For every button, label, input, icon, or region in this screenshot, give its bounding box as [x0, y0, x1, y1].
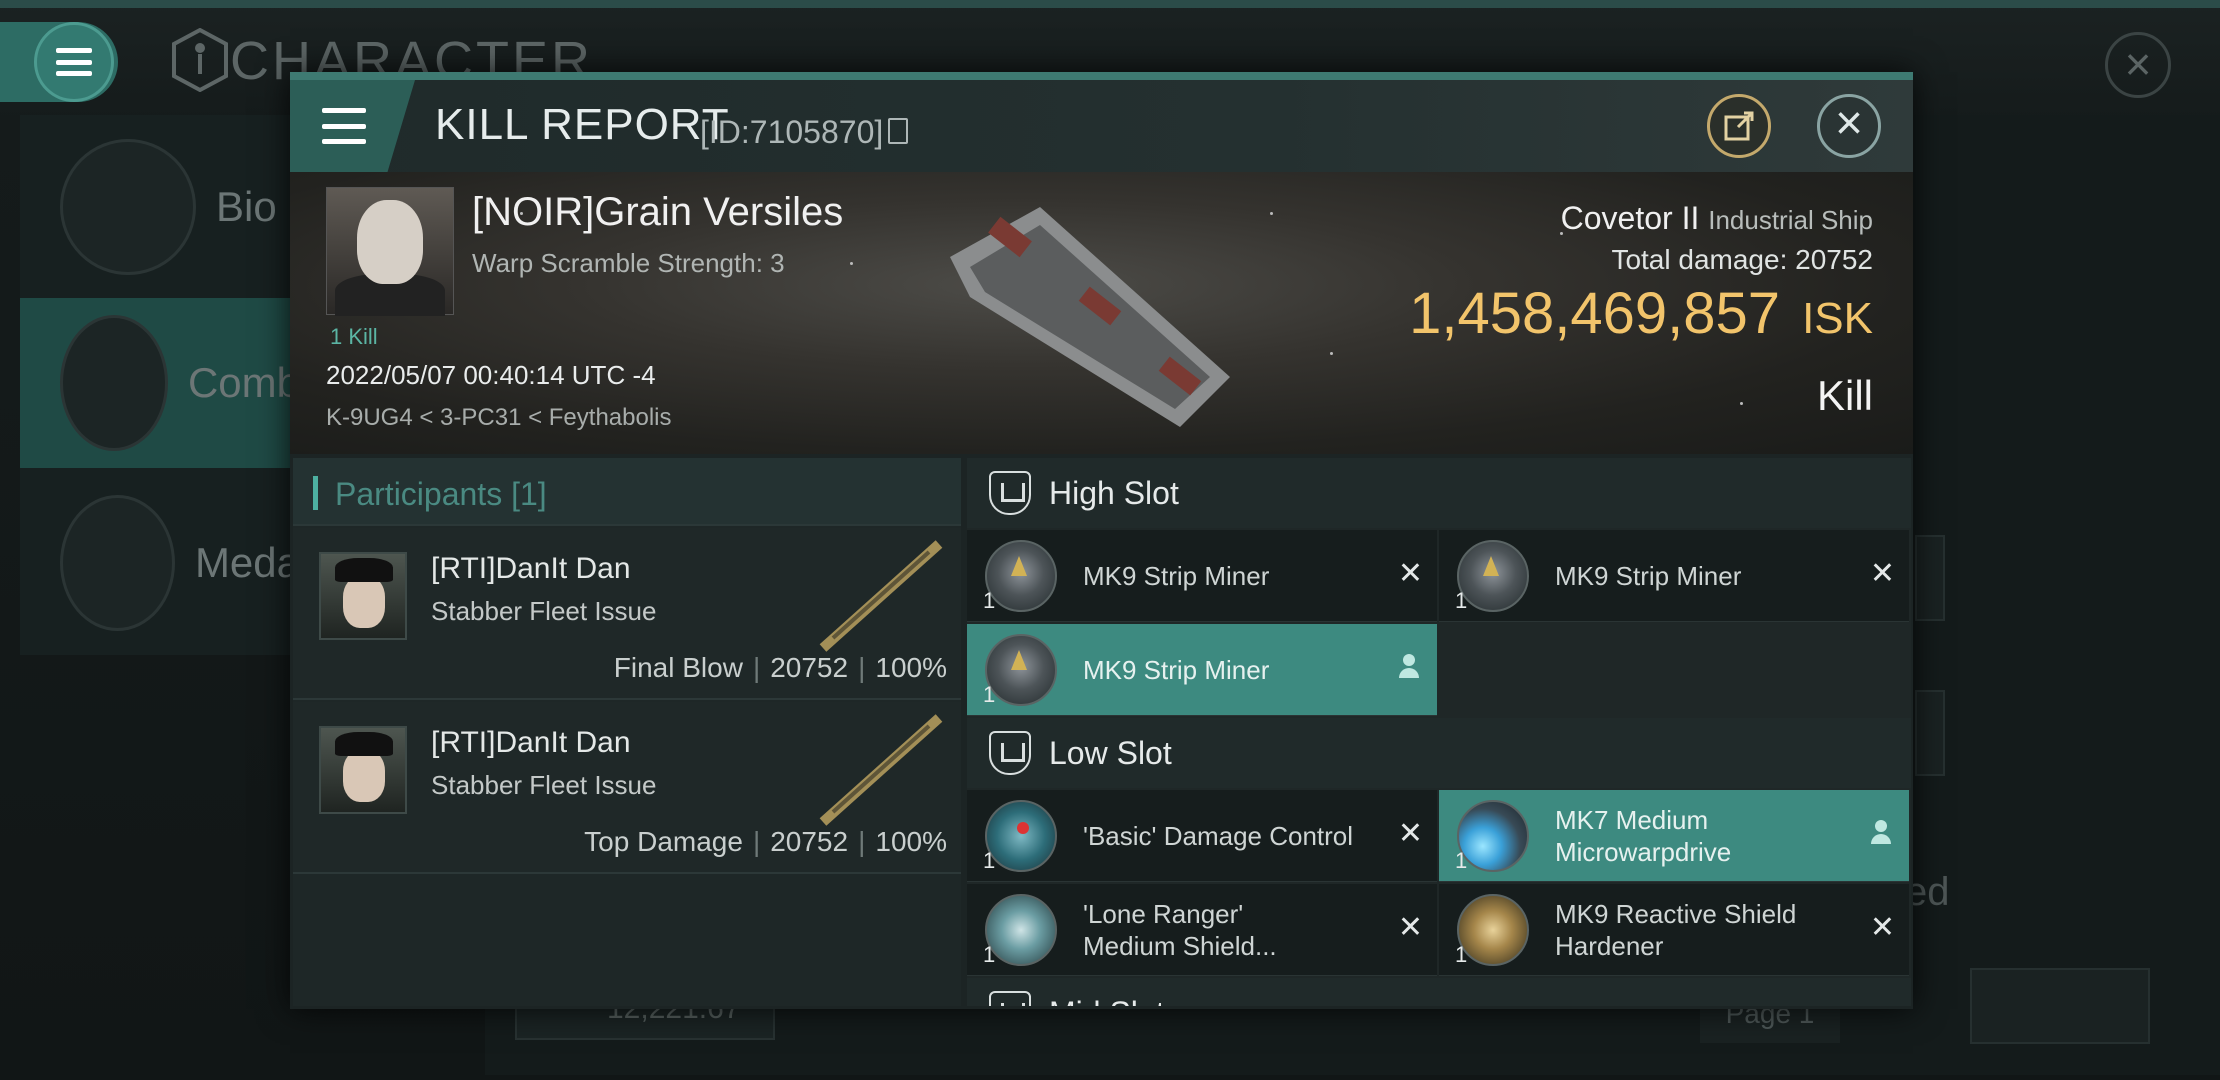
- crossed-swords-icon: [60, 315, 168, 451]
- participant-stats: Top Damage | 20752 | 100%: [584, 826, 947, 857]
- copy-icon[interactable]: [888, 118, 908, 144]
- destroyed-icon: ✕: [1869, 557, 1895, 590]
- module-item[interactable]: 1 'Basic' Damage Control ✕: [967, 790, 1437, 882]
- kill-location[interactable]: K-9UG4 < 3-PC31 < Feythabolis: [326, 404, 672, 432]
- high-slot-header: High Slot: [967, 458, 1911, 528]
- kill-timestamp: 2022/05/07 00:40:14 UTC -4: [326, 360, 656, 390]
- victim-name[interactable]: [NOIR]Grain Versiles: [472, 190, 843, 235]
- kill-id: [ID:7105870]: [700, 114, 884, 150]
- shield-hardener-icon: [1457, 894, 1529, 966]
- total-damage: Total damage: 20752: [1611, 244, 1873, 275]
- destroyed-icon: ✕: [1397, 817, 1423, 850]
- warp-scramble-strength: Warp Scramble Strength: 3: [472, 248, 785, 278]
- victim-portrait[interactable]: [326, 187, 454, 316]
- module-item[interactable]: 1 MK7 Medium Microwarpdrive: [1439, 790, 1909, 882]
- share-button[interactable]: [1707, 94, 1771, 158]
- ship-class: Industrial Ship: [1708, 205, 1873, 235]
- mid-slot-header: Mid Slot: [967, 978, 1911, 1006]
- destroyed-icon: ✕: [1397, 911, 1423, 944]
- low-slot-header: Low Slot: [967, 718, 1911, 788]
- fitting-slots-panel: High Slot 1 MK9 Strip Miner ✕ 1 MK9 Strip M…: [967, 458, 1911, 1006]
- damage-control-icon: [985, 800, 1057, 872]
- destroyed-icon: ✕: [1397, 557, 1423, 590]
- kill-report-modal: KILL REPORT [ID:7105870] × [NOIR]Grain V…: [290, 72, 1913, 1009]
- low-slot-icon: [989, 731, 1031, 775]
- sidebar-item-combat[interactable]: Comb: [20, 298, 300, 468]
- kill-banner: [NOIR]Grain Versiles Warp Scramble Stren…: [290, 172, 1913, 454]
- strip-miner-icon: [985, 540, 1057, 612]
- participants-header[interactable]: Participants [1]: [293, 458, 961, 526]
- modal-menu-button[interactable]: [290, 80, 415, 172]
- result-label: Kill: [1816, 372, 1873, 419]
- participant-name: [RTI]DanIt Dan: [431, 726, 631, 759]
- strip-miner-icon: [985, 634, 1057, 706]
- mid-slot-icon: [989, 991, 1031, 1006]
- isk-value: 1,458,469,857 ISK: [1409, 281, 1873, 346]
- strip-miner-icon: [1457, 540, 1529, 612]
- avatar: [319, 552, 407, 640]
- shield-extender-icon: [985, 894, 1057, 966]
- ship-image[interactable]: [930, 187, 1250, 437]
- modal-accent-line: [290, 72, 1913, 80]
- microwarpdrive-icon: [1457, 800, 1529, 872]
- close-icon[interactable]: ×: [2105, 32, 2171, 98]
- star-badge-icon: [60, 495, 175, 631]
- module-item[interactable]: 1 MK9 Strip Miner ✕: [967, 530, 1437, 622]
- participant-ship: Stabber Fleet Issue: [431, 770, 657, 800]
- side-tab[interactable]: [1915, 535, 1945, 621]
- participant-row[interactable]: [RTI]DanIt Dan Stabber Fleet Issue Final…: [293, 528, 961, 700]
- share-icon: [1724, 111, 1754, 141]
- destroyed-icon: ✕: [1869, 911, 1895, 944]
- dropped-person-icon: [1871, 820, 1891, 846]
- modal-title: KILL REPORT: [435, 100, 730, 149]
- module-item[interactable]: 1 MK9 Strip Miner ✕: [1439, 530, 1909, 622]
- vitruvian-icon: [172, 28, 228, 92]
- sidebar-item-bio[interactable]: Bio: [20, 122, 300, 292]
- weapon-icon: [819, 540, 943, 652]
- close-button[interactable]: ×: [1817, 94, 1881, 158]
- main-menu-button[interactable]: [0, 22, 118, 102]
- ship-type[interactable]: Covetor II Industrial Ship: [1561, 200, 1873, 237]
- side-tab[interactable]: [1915, 690, 1945, 776]
- dropped-person-icon: [1399, 654, 1419, 680]
- participants-panel: Participants [1] [RTI]DanIt Dan Stabber …: [293, 458, 961, 1006]
- participant-name: [RTI]DanIt Dan: [431, 552, 631, 585]
- filter-button[interactable]: [1970, 968, 2150, 1044]
- sidebar-item-medals[interactable]: Meda: [20, 478, 300, 648]
- participant-row[interactable]: [RTI]DanIt Dan Stabber Fleet Issue Top D…: [293, 702, 961, 874]
- module-item[interactable]: 1 MK9 Strip Miner: [967, 624, 1437, 716]
- top-accent-bar: [0, 0, 2220, 8]
- participant-ship: Stabber Fleet Issue: [431, 596, 657, 626]
- weapon-icon: [819, 714, 943, 826]
- high-slot-icon: [989, 471, 1031, 515]
- module-item[interactable]: 1 MK9 Reactive Shield Hardener ✕: [1439, 884, 1909, 976]
- avatar: [319, 726, 407, 814]
- victim-kill-count: 1 Kill: [330, 324, 378, 349]
- participant-stats: Final Blow | 20752 | 100%: [613, 652, 947, 683]
- list-icon: [60, 139, 196, 275]
- modal-header: KILL REPORT [ID:7105870] ×: [290, 80, 1913, 172]
- module-item[interactable]: 1 'Lone Ranger' Medium Shield... ✕: [967, 884, 1437, 976]
